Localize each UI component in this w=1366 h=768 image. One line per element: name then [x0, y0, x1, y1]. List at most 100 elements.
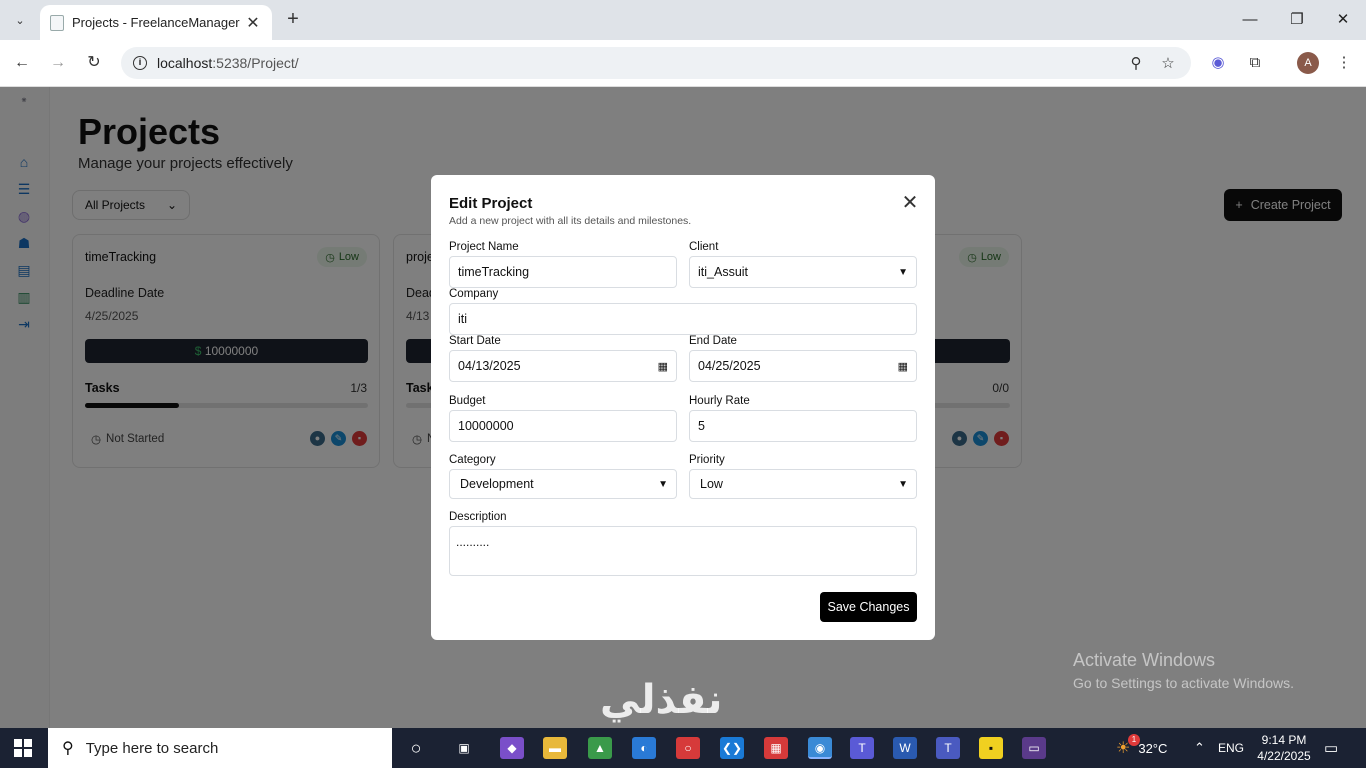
- file-explorer-icon[interactable]: ▬: [543, 737, 567, 759]
- activate-windows-hint: Go to Settings to activate Windows.: [1073, 675, 1294, 691]
- priority-label: Priority: [689, 454, 725, 466]
- nafezly-watermark: نفذلي: [600, 677, 775, 728]
- extensions-puzzle-icon[interactable]: ⧉: [1243, 51, 1267, 75]
- tray-chevron-icon[interactable]: ⌃: [1194, 728, 1205, 768]
- start-date-input[interactable]: 04/13/2025 ▦: [449, 350, 677, 382]
- edge-icon[interactable]: ◐: [632, 737, 656, 759]
- terminal-icon[interactable]: ▭: [1022, 737, 1046, 759]
- visual-studio-icon[interactable]: ◆: [500, 737, 524, 759]
- url-path: :5238/Project/: [212, 55, 299, 71]
- company-input[interactable]: iti: [449, 303, 917, 335]
- browser-toolbar: ← → ↻ i localhost:5238/Project/ ⚲ ☆ ◉ ⧉ …: [0, 40, 1366, 87]
- zoom-magnifier-icon[interactable]: ⚲: [1125, 54, 1147, 72]
- new-tab-plus-icon[interactable]: +: [282, 8, 304, 30]
- word-icon[interactable]: W: [893, 737, 917, 759]
- priority-select[interactable]: Low ▼: [689, 469, 917, 499]
- chrome-icon[interactable]: ◉: [808, 737, 832, 759]
- forward-arrow-icon[interactable]: →: [46, 51, 70, 75]
- page-favicon-icon: [50, 14, 64, 31]
- teams-classic-icon[interactable]: T: [936, 737, 960, 759]
- url-text[interactable]: localhost:5238/Project/: [157, 55, 1115, 71]
- budget-input[interactable]: 10000000: [449, 410, 677, 442]
- restore-icon[interactable]: ❐: [1283, 8, 1311, 32]
- taskbar-search[interactable]: ⚲ Type here to search: [48, 728, 392, 768]
- start-date-label: Start Date: [449, 335, 501, 347]
- reload-icon[interactable]: ↻: [82, 51, 106, 75]
- browser-menu-icon[interactable]: ⋮: [1332, 51, 1356, 75]
- project-name-input[interactable]: timeTracking: [449, 256, 677, 288]
- watermark-brand: نفذلي: [600, 677, 723, 723]
- start-date-value: 04/13/2025: [458, 359, 521, 373]
- copilot-extension-icon[interactable]: ◉: [1206, 51, 1230, 75]
- search-placeholder: Type here to search: [85, 739, 219, 757]
- tab-search-chevron-icon[interactable]: ⌄: [8, 8, 32, 32]
- description-textarea[interactable]: ..........: [449, 526, 917, 576]
- page-content: ❋ ⌂ ☰ ◍ ☗ ▤ ▥ ⇥ Projects Manage your pro…: [0, 87, 1366, 728]
- activate-windows-title: Activate Windows: [1073, 650, 1216, 670]
- category-value: Development: [460, 477, 534, 491]
- browser-tabbar: ⌄ Projects - FreelanceManager ✕ + — ❐ ✕: [0, 0, 1366, 40]
- weather-widget[interactable]: ☀ 32°C: [1116, 728, 1167, 768]
- end-date-input[interactable]: 04/25/2025 ▦: [689, 350, 917, 382]
- budget-label: Budget: [449, 395, 486, 407]
- minimize-icon[interactable]: —: [1236, 8, 1264, 32]
- chevron-down-icon: ▼: [898, 478, 908, 490]
- windows-start-icon[interactable]: [14, 739, 32, 757]
- taskbar-clock[interactable]: 9:14 PM 4/22/2025: [1254, 732, 1314, 764]
- vscode-icon[interactable]: ❮❯: [720, 737, 744, 759]
- hourly-rate-value: 5: [698, 419, 705, 433]
- client-select[interactable]: iti_Assuit ▼: [689, 256, 917, 288]
- clock-time: 9:14 PM: [1261, 733, 1307, 747]
- url-host: localhost: [157, 55, 213, 71]
- windows-taskbar: ⚲ Type here to search ○ ▣ ◆ ▬ ▲ ◐ ○ ❮❯ ▦…: [0, 728, 1366, 768]
- notifications-icon[interactable]: ▭: [1324, 728, 1338, 768]
- budget-value: 10000000: [458, 419, 514, 433]
- chevron-down-icon: ▼: [658, 478, 668, 490]
- tab-title: Projects - FreelanceManager: [72, 15, 240, 30]
- app-icon-green[interactable]: ▲: [588, 737, 612, 759]
- description-value: ..........: [456, 535, 490, 549]
- opera-icon[interactable]: ○: [676, 737, 700, 759]
- weather-badge: 1: [1128, 734, 1140, 746]
- calendar-icon[interactable]: ▦: [658, 360, 668, 373]
- hourly-rate-label: Hourly Rate: [689, 395, 750, 407]
- client-value: iti_Assuit: [698, 265, 749, 279]
- language-indicator[interactable]: ENG: [1218, 728, 1244, 768]
- weather-temp: 32°C: [1138, 740, 1168, 756]
- edit-project-modal: Edit Project Add a new project with all …: [431, 175, 935, 640]
- project-name-value: timeTracking: [458, 265, 530, 279]
- save-changes-button[interactable]: Save Changes: [820, 592, 917, 622]
- address-bar[interactable]: i localhost:5238/Project/ ⚲ ☆: [121, 47, 1191, 79]
- hourly-rate-input[interactable]: 5: [689, 410, 917, 442]
- description-label: Description: [449, 511, 507, 523]
- tab-close-icon[interactable]: ✕: [244, 13, 262, 33]
- priority-value: Low: [700, 477, 723, 491]
- category-label: Category: [449, 454, 496, 466]
- teams-icon[interactable]: T: [850, 737, 874, 759]
- clock-date: 4/22/2025: [1257, 749, 1311, 763]
- calendar-icon[interactable]: ▦: [898, 360, 908, 373]
- back-arrow-icon[interactable]: ←: [10, 51, 34, 75]
- cortana-circle-icon[interactable]: ○: [404, 737, 428, 759]
- modal-title: Edit Project: [449, 195, 533, 212]
- modal-subtitle: Add a new project with all its details a…: [449, 215, 692, 227]
- task-view-icon[interactable]: ▣: [452, 737, 476, 759]
- search-icon: ⚲: [62, 740, 74, 757]
- end-date-value: 04/25/2025: [698, 359, 761, 373]
- category-select[interactable]: Development ▼: [449, 469, 677, 499]
- browser-tab-active[interactable]: Projects - FreelanceManager ✕: [40, 5, 272, 40]
- profile-avatar[interactable]: A: [1297, 52, 1319, 74]
- window-close-icon[interactable]: ✕: [1329, 8, 1357, 32]
- activate-windows-notice: Activate Windows Go to Settings to activ…: [1073, 650, 1294, 691]
- end-date-label: End Date: [689, 335, 737, 347]
- microsoft-store-icon[interactable]: ▦: [764, 737, 788, 759]
- project-name-label: Project Name: [449, 241, 519, 253]
- company-value: iti: [458, 312, 468, 326]
- sticky-notes-icon[interactable]: ▪: [979, 737, 1003, 759]
- bookmark-star-icon[interactable]: ☆: [1157, 54, 1179, 72]
- client-label: Client: [689, 241, 719, 253]
- modal-close-icon[interactable]: ✕: [900, 193, 920, 213]
- company-label: Company: [449, 288, 499, 300]
- site-info-icon[interactable]: i: [133, 56, 147, 70]
- chevron-down-icon: ▼: [898, 266, 908, 278]
